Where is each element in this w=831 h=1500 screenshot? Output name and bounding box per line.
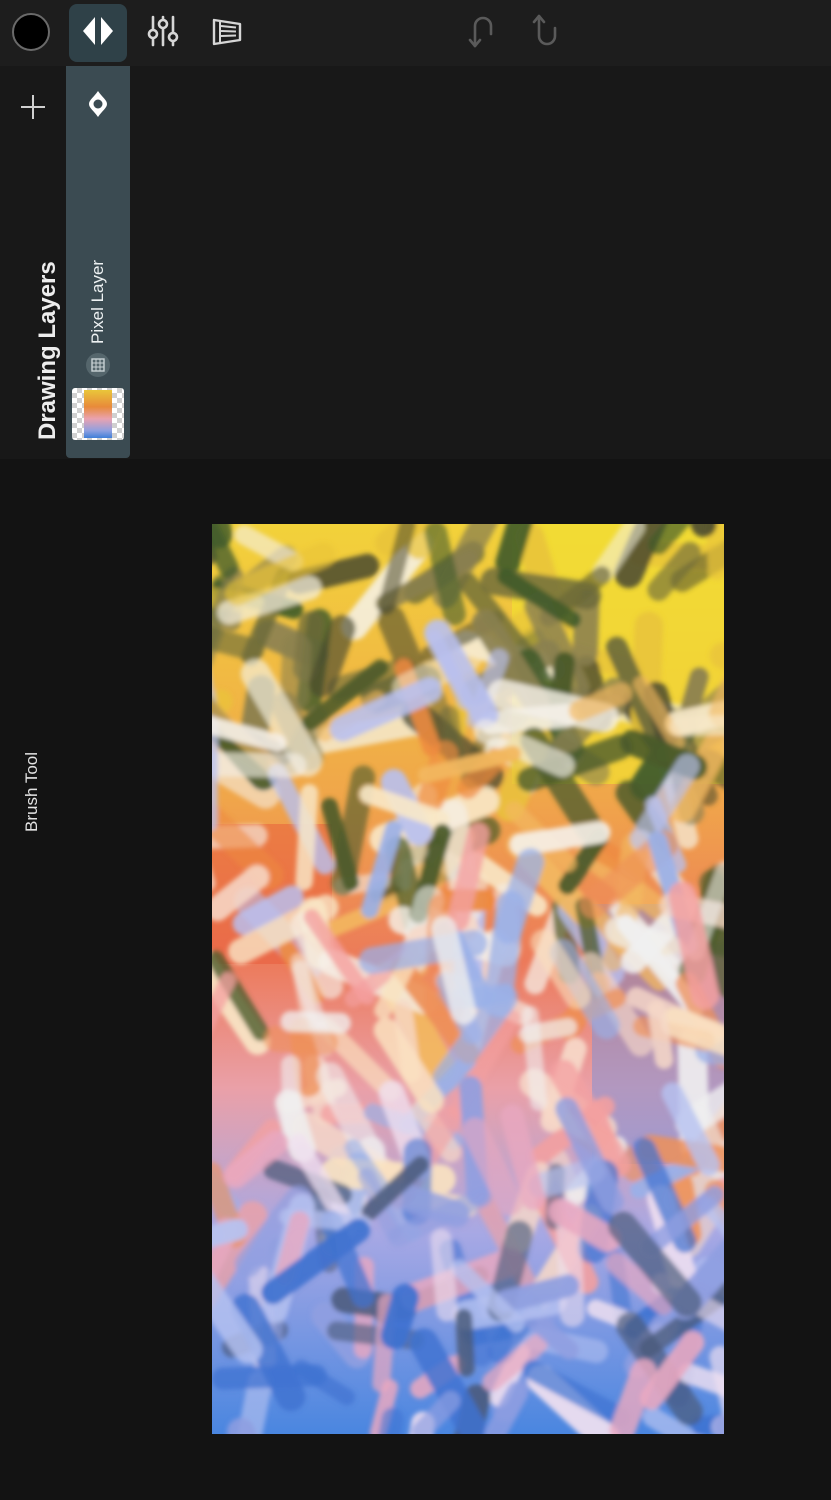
top-toolbar — [0, 0, 831, 66]
brush-stroke — [279, 633, 312, 712]
brush-stroke — [706, 524, 724, 580]
brush-stroke — [455, 1308, 475, 1377]
layer-visibility-toggle[interactable] — [82, 90, 114, 122]
undo-button[interactable] — [452, 4, 510, 62]
layers-icon — [80, 13, 116, 54]
redo-icon — [530, 12, 560, 55]
adjustments-tool-button[interactable] — [134, 4, 192, 62]
redo-button[interactable] — [516, 4, 574, 62]
brush-stroke — [572, 589, 600, 666]
layers-panel: Drawing Layers Pixel Layer — [0, 66, 831, 459]
brush-stroke — [521, 1005, 548, 1111]
brush-stroke — [385, 1180, 470, 1228]
brush-stroke — [212, 626, 265, 662]
brush-stroke — [212, 1218, 248, 1248]
brush-stroke — [495, 1274, 580, 1313]
brush-stroke — [263, 1025, 338, 1056]
brush-stroke — [308, 615, 356, 698]
canvas-tool-button[interactable] — [198, 4, 256, 62]
panel-title: Drawing Layers — [34, 261, 61, 440]
eye-icon — [85, 89, 111, 124]
painting-strokes — [212, 524, 724, 1434]
brush-stroke — [212, 752, 307, 778]
layer-item[interactable]: Pixel Layer — [66, 66, 130, 458]
brush-stroke — [380, 1283, 420, 1350]
brush-stroke — [647, 1000, 674, 1069]
layers-tool-button[interactable] — [69, 4, 127, 62]
layer-thumbnail-preview — [84, 390, 112, 438]
pixel-grid-icon — [86, 353, 110, 377]
layer-name: Pixel Layer — [88, 259, 107, 344]
brush-stroke — [509, 821, 611, 856]
undo-icon — [466, 12, 496, 55]
canvas-icon — [209, 14, 245, 53]
artwork-canvas[interactable] — [212, 524, 724, 1434]
brush-stroke — [495, 524, 533, 576]
sliders-icon — [146, 14, 180, 53]
brush-stroke — [604, 916, 688, 966]
add-layer-button[interactable] — [14, 90, 52, 128]
layer-thumbnail[interactable] — [72, 388, 124, 440]
brush-stroke — [670, 715, 724, 737]
brush-stroke — [295, 784, 319, 891]
plus-icon — [19, 93, 47, 126]
brush-stroke — [212, 1364, 327, 1390]
brush-stroke — [430, 1228, 458, 1322]
brush-stroke — [280, 1011, 351, 1034]
current-tool-label: Brush Tool — [22, 751, 41, 832]
color-swatch-button[interactable] — [12, 13, 50, 51]
